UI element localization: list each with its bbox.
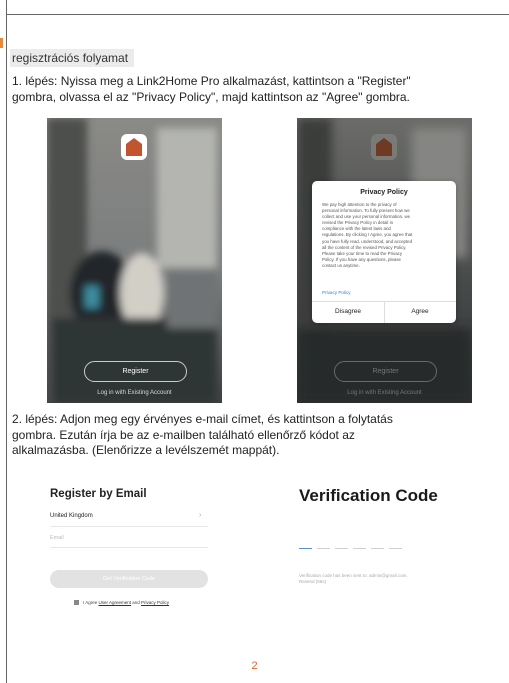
top-border (6, 14, 509, 15)
section-heading: regisztrációs folyamat (10, 49, 135, 67)
agreement-row: I Agree User Agreement and Privacy Polic… (74, 600, 169, 606)
page-number: 2 (251, 660, 258, 672)
user-agreement-link[interactable]: User Agreement (99, 600, 132, 605)
login-existing-link[interactable]: Log in with Existing Account (47, 390, 222, 396)
chevron-right-icon: › (199, 512, 202, 519)
step2-line1: 2. lépés: Adjon meg egy érvényes e-mail … (12, 412, 393, 426)
register-screen-image: Register Log in with Existing Account (47, 118, 222, 403)
register-email-title: Register by Email (50, 488, 147, 500)
get-verification-code-button[interactable]: Get Verification Code (50, 570, 208, 588)
app-icon (371, 134, 397, 160)
verification-sent-text: Verification code has been sent to: admi… (299, 573, 459, 585)
step1-line2: gombra, olvassa el az "Privacy Policy", … (12, 89, 410, 104)
disagree-button[interactable]: Disagree (312, 301, 384, 323)
privacy-policy-screen-image: Register Log in with Existing Account Pr… (297, 118, 472, 403)
home-icon (376, 138, 392, 156)
code-digit-slot[interactable] (353, 548, 366, 549)
code-digit-slot[interactable] (389, 548, 402, 549)
register-button[interactable]: Register (84, 361, 187, 382)
app-icon (121, 134, 147, 160)
privacy-policy-dialog: Privacy Policy We pay high attention to … (312, 181, 456, 323)
home-icon (126, 138, 142, 156)
code-digit-slot[interactable] (371, 548, 384, 549)
agree-button[interactable]: Agree (384, 301, 456, 323)
step2-line2: gombra. Ezután írja be az e-mailben talá… (12, 427, 355, 442)
dialog-line: contact us anytime. (322, 262, 360, 268)
privacy-policy-link[interactable]: Privacy Policy (322, 290, 351, 295)
step2-text: 2. lépés: Adjon meg egy érvényes e-mail … (12, 412, 502, 459)
email-field[interactable]: Email (50, 535, 64, 541)
register-button-dimmed: Register (334, 361, 437, 382)
agree-checkbox[interactable] (74, 600, 79, 606)
code-digit-slot[interactable] (299, 548, 312, 549)
agree-prefix: I Agree (83, 600, 99, 605)
code-digit-slot[interactable] (317, 548, 330, 549)
step1-line1: 1. lépés: Nyissa meg a Link2Home Pro alk… (12, 74, 411, 88)
step1-text: 1. lépés: Nyissa meg a Link2Home Pro alk… (12, 74, 502, 105)
dialog-body: We pay high attention to the privacy of … (322, 202, 448, 269)
margin-marker (0, 38, 3, 48)
verification-title: Verification Code (299, 486, 438, 505)
resend-countdown[interactable]: Resend (56s) (299, 579, 459, 585)
dialog-title: Privacy Policy (360, 189, 408, 196)
code-digit-slot[interactable] (335, 548, 348, 549)
privacy-policy-link[interactable]: Privacy Policy (141, 600, 169, 605)
country-selector[interactable]: United Kingdom (50, 513, 93, 519)
agree-and: and (131, 600, 142, 605)
country-underline (50, 526, 208, 527)
login-existing-link-dimmed: Log in with Existing Account (347, 390, 422, 396)
email-underline (50, 547, 208, 548)
step2-line3: alkalmazásba. (Elenőrizze a levélszemét … (12, 443, 280, 457)
